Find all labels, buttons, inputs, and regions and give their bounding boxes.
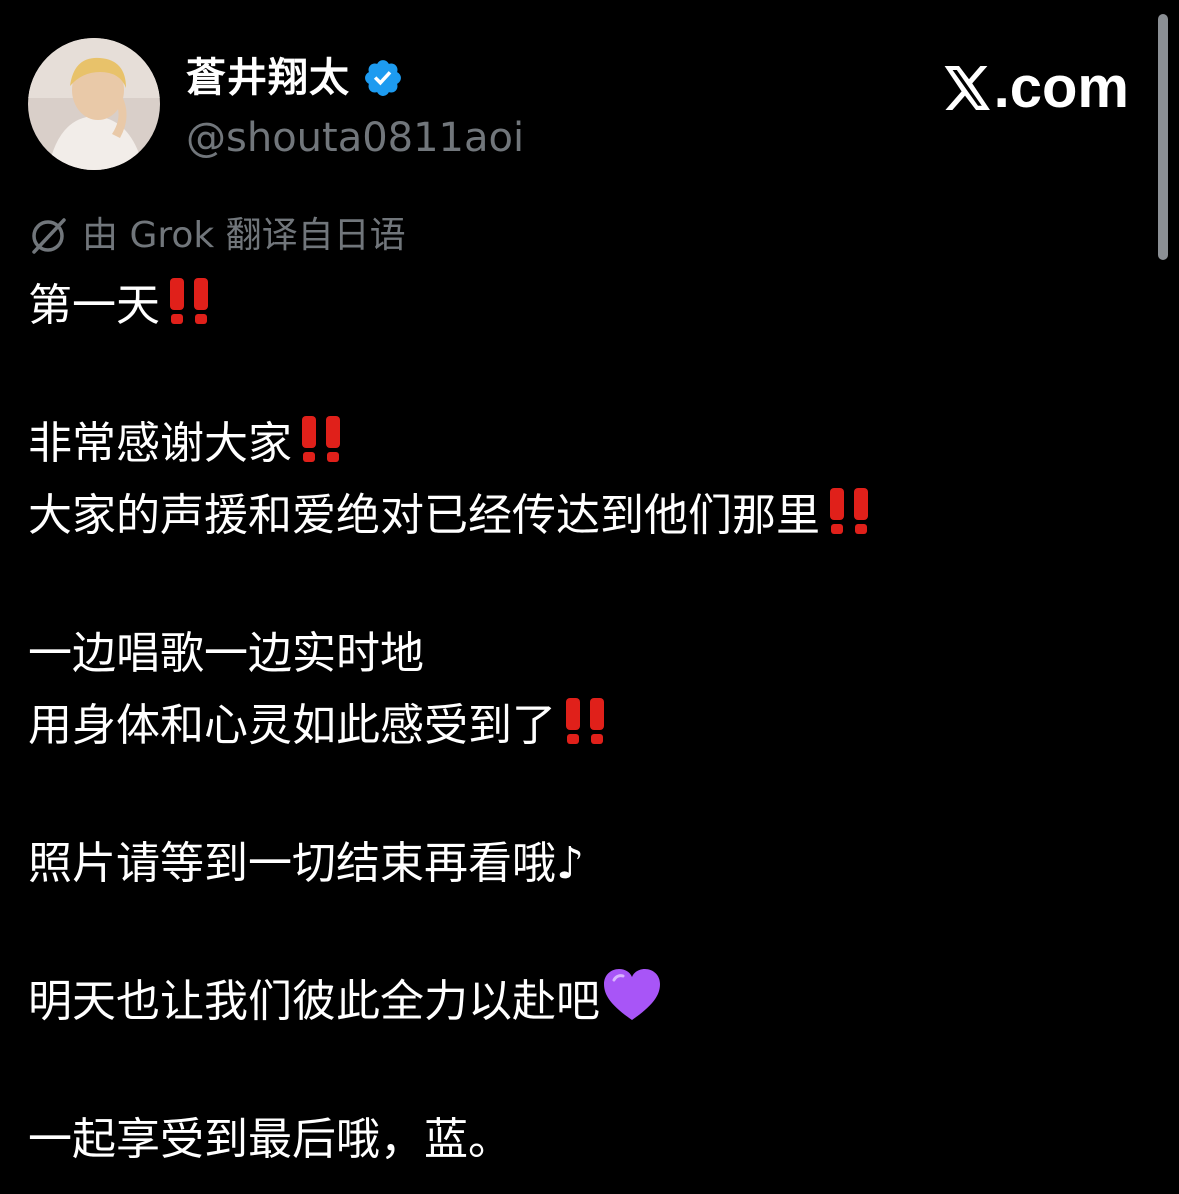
purple-heart-icon <box>602 968 662 1044</box>
tweet-line-text: 明天也让我们彼此全力以赴吧 <box>28 976 600 1027</box>
tweet-line: 非常感谢大家 <box>28 408 1148 480</box>
double-exclamation-icon <box>558 696 614 768</box>
double-exclamation-icon <box>162 276 218 348</box>
grok-icon <box>28 216 68 256</box>
tweet-line: 照片请等到一切结束再看哦♪ <box>28 828 1148 900</box>
scrollbar[interactable] <box>1158 14 1168 260</box>
tweet-line-text: 一边唱歌一边实时地 <box>28 628 424 679</box>
tweet-line: 明天也让我们彼此全力以赴吧 <box>28 966 1148 1038</box>
tweet-body: 第一天 非常感谢大家 大家的声援和爱绝对已经传达到他们那里 一边唱歌一边实时地 … <box>28 270 1148 1176</box>
user-handle[interactable]: @shouta0811aoi <box>186 112 524 164</box>
tweet-line: 用身体和心灵如此感受到了 <box>28 690 1148 762</box>
translation-note-text: 由 Grok 翻译自日语 <box>82 215 406 256</box>
tweet-line: 一起享受到最后哦，蓝。 <box>28 1104 1148 1176</box>
tweet-line: 一边唱歌一边实时地 <box>28 618 1148 690</box>
tweet-line: 大家的声援和爱绝对已经传达到他们那里 <box>28 480 1148 552</box>
double-exclamation-icon <box>822 486 878 558</box>
avatar[interactable] <box>28 38 160 170</box>
double-exclamation-icon <box>294 414 350 486</box>
tweet-line: 第一天 <box>28 270 1148 342</box>
x-logo-icon <box>944 66 992 110</box>
tweet-line-text: 用身体和心灵如此感受到了 <box>28 700 556 751</box>
tweet-line-text: 照片请等到一切结束再看哦♪ <box>28 838 585 889</box>
x-com-logo: .com <box>944 50 1129 126</box>
tweet-line-text: 第一天 <box>28 280 160 331</box>
brand-domain-text: .com <box>993 55 1129 120</box>
verified-badge-icon <box>362 57 404 99</box>
translation-note[interactable]: 由 Grok 翻译自日语 <box>28 210 406 262</box>
name-row: 蒼井翔太 <box>186 50 404 106</box>
tweet-line-text: 大家的声援和爱绝对已经传达到他们那里 <box>28 490 820 541</box>
display-name[interactable]: 蒼井翔太 <box>186 52 350 104</box>
tweet-line-text: 非常感谢大家 <box>28 418 292 469</box>
tweet-line-text: 一起享受到最后哦，蓝。 <box>28 1114 512 1165</box>
